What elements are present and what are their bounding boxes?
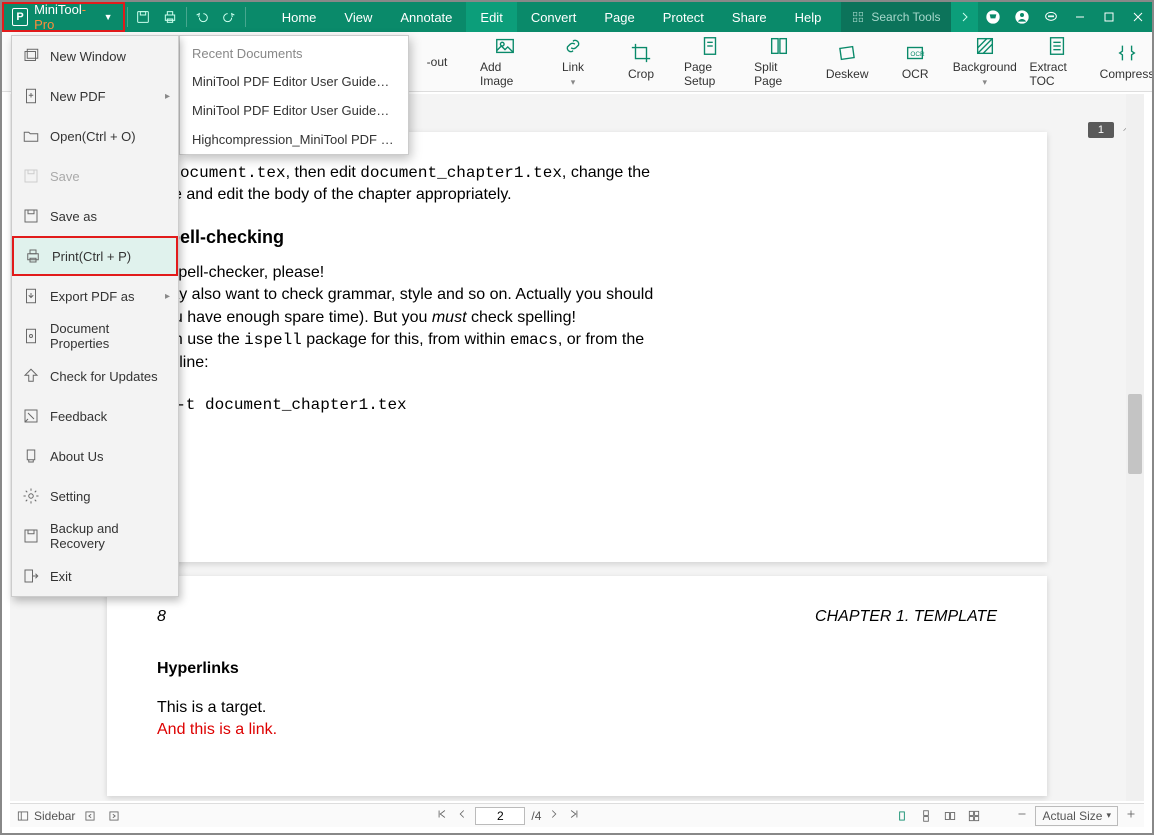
recent-documents-panel: Recent Documents MiniTool PDF Editor Use… [179,35,409,155]
heading-spellcheck: Spell-checking [157,225,997,250]
caret-down-icon: ▼ [104,12,113,22]
grid-icon [851,10,865,24]
tab-home[interactable]: Home [268,2,331,32]
chevron-right-icon: ▸ [165,291,170,302]
menu-tabs: Home View Annotate Edit Convert Page Pro… [268,2,836,32]
first-page-icon[interactable] [435,807,449,824]
zoom-in-icon[interactable] [1124,807,1138,824]
document-viewport: 1 e document.tex, then edit document_cha… [10,94,1144,801]
ribbon-split-page[interactable]: Split Page [754,35,804,88]
ribbon-extract-toc[interactable]: Extract TOC [1029,35,1084,88]
image-icon [494,35,516,57]
menu-exit[interactable]: Exit [12,556,178,596]
link-icon [562,35,584,57]
chat-icon[interactable] [1036,2,1065,32]
minimize-icon[interactable] [1065,2,1094,32]
menu-backup[interactable]: Backup and Recovery [12,516,178,556]
tab-page[interactable]: Page [590,2,648,32]
menu-print[interactable]: Print(Ctrl + P) [12,236,178,276]
toc-icon [1046,35,1068,57]
prev-page-icon[interactable] [455,807,469,824]
logo-icon: P [12,8,28,26]
brand-name: MiniTool [34,2,82,17]
recent-item[interactable]: Highcompression_MiniTool PDF Editor... [180,125,408,154]
background-icon [974,35,996,57]
maximize-icon[interactable] [1094,2,1123,32]
tab-share[interactable]: Share [718,2,781,32]
document-page: e document.tex, then edit document_chapt… [107,132,1047,562]
tab-view[interactable]: View [330,2,386,32]
undo-icon[interactable] [189,2,216,32]
ribbon-link[interactable]: Link▾ [548,35,598,88]
heading-hyperlinks: Hyperlinks [157,658,997,680]
save-icon[interactable] [129,2,156,32]
compress-icon [1116,42,1138,64]
tab-edit[interactable]: Edit [466,2,516,32]
chevron-right-icon[interactable] [951,2,978,32]
menu-save: Save [12,156,178,196]
document-page: 8CHAPTER 1. TEMPLATE Hyperlinks This is … [107,576,1047,796]
print-icon[interactable] [157,2,184,32]
vertical-scrollbar[interactable] [1126,94,1144,801]
status-bar: Sidebar /4 Actual Size▾ [10,803,1144,827]
menu-updates[interactable]: Check for Updates [12,356,178,396]
menu-about[interactable]: About Us [12,436,178,476]
tab-convert[interactable]: Convert [517,2,591,32]
menu-feedback[interactable]: Feedback [12,396,178,436]
recent-item[interactable]: MiniTool PDF Editor User Guide_5-12.pdf [180,96,408,125]
sidebar-toggle[interactable]: Sidebar [16,809,75,823]
recent-item[interactable]: MiniTool PDF Editor User Guide_1-4.pdf [180,67,408,96]
menu-save-as[interactable]: Save as [12,196,178,236]
next-view-icon[interactable] [105,808,123,824]
ribbon-crop[interactable]: Crop [616,42,666,81]
ribbon-compress[interactable]: Compress [1102,42,1152,81]
page-badge: 1 [1088,122,1114,138]
close-icon[interactable] [1123,2,1152,32]
tab-help[interactable]: Help [781,2,836,32]
ribbon-deskew[interactable]: Deskew [822,42,872,81]
menu-new-window[interactable]: New Window [12,36,178,76]
svg-text:OCR: OCR [911,51,926,58]
tab-protect[interactable]: Protect [649,2,718,32]
last-page-icon[interactable] [567,807,581,824]
zoom-out-icon[interactable] [1015,807,1029,824]
page-input[interactable] [475,807,525,825]
chevron-right-icon: ▸ [165,91,170,102]
ocr-icon: OCR [904,42,926,64]
ribbon-background[interactable]: Background▾ [958,35,1011,88]
next-page-icon[interactable] [547,807,561,824]
recent-header: Recent Documents [180,36,408,67]
menu-open[interactable]: Open(Ctrl + O) [12,116,178,156]
search-placeholder: Search Tools [871,10,940,24]
zoom-select[interactable]: Actual Size▾ [1035,806,1118,826]
menu-doc-props[interactable]: Document Properties [12,316,178,356]
titlebar: P MiniTool-Pro ▼ Home View Annotate Edit… [2,2,1152,32]
tab-annotate[interactable]: Annotate [386,2,466,32]
redo-icon[interactable] [216,2,243,32]
view-continuous-icon[interactable] [917,808,935,824]
page-icon [699,35,721,57]
deskew-icon [836,42,858,64]
prev-view-icon[interactable] [81,808,99,824]
ribbon-add-image[interactable]: Add Image [480,35,530,88]
search-tools[interactable]: Search Tools [841,2,951,32]
menu-export[interactable]: Export PDF as▸ [12,276,178,316]
page-total: /4 [531,809,541,823]
app-menu-button[interactable]: P MiniTool-Pro ▼ [2,2,125,32]
user-icon[interactable] [1007,2,1036,32]
view-grid-icon[interactable] [965,808,983,824]
split-icon [768,35,790,57]
menu-setting[interactable]: Setting [12,476,178,516]
view-single-icon[interactable] [893,808,911,824]
ribbon-page-setup[interactable]: Page Setup [684,35,736,88]
ribbon-out[interactable]: -out [412,55,462,69]
view-facing-icon[interactable] [941,808,959,824]
ribbon-ocr[interactable]: OCROCR [890,42,940,81]
scrollbar-thumb[interactable] [1128,394,1142,474]
file-menu: New Window New PDF▸ Open(Ctrl + O) Save … [11,35,179,597]
crop-icon [630,42,652,64]
menu-new-pdf[interactable]: New PDF▸ [12,76,178,116]
cart-icon[interactable] [978,2,1007,32]
